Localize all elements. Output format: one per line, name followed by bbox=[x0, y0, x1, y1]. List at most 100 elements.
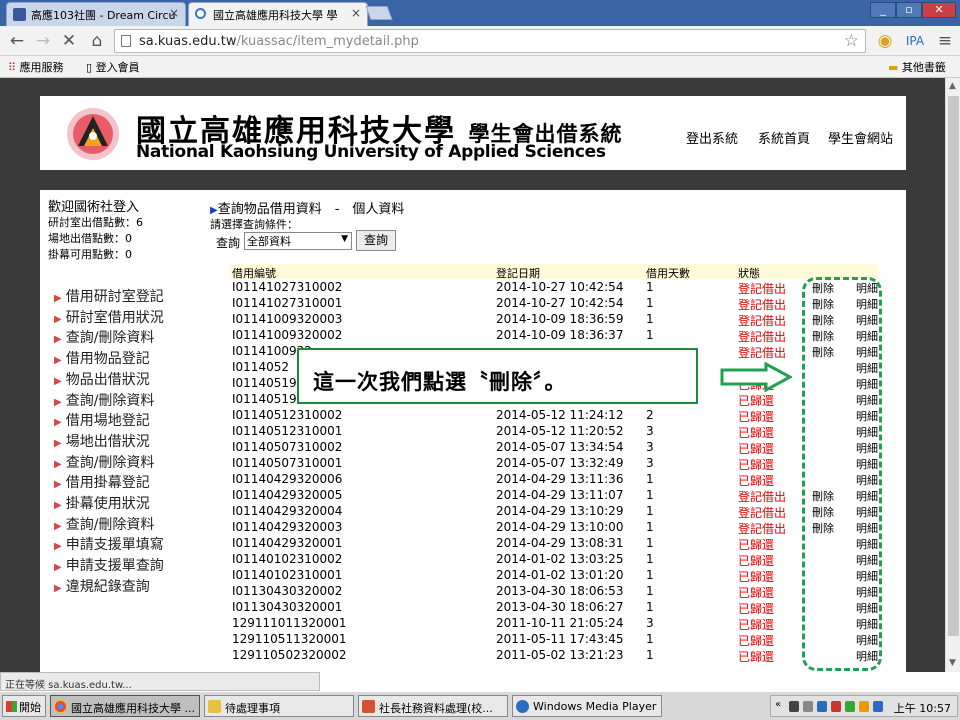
detail-link[interactable]: 明細 bbox=[856, 312, 878, 328]
detail-link[interactable]: 明細 bbox=[856, 536, 878, 552]
sidebar-menu-item[interactable]: ▶ 查詢/刪除資料 bbox=[54, 452, 154, 472]
extension-icon[interactable]: ◉ bbox=[874, 30, 896, 52]
sidebar-menu-item[interactable]: ▶ 借用研討室登記 bbox=[54, 286, 164, 306]
detail-link[interactable]: 明細 bbox=[856, 520, 878, 536]
detail-link[interactable]: 明細 bbox=[856, 616, 878, 632]
sidebar-menu-item[interactable]: ▶ 查詢/刪除資料 bbox=[54, 327, 154, 347]
sidebar-menu-item[interactable]: ▶ 借用掛幕登記 bbox=[54, 472, 150, 492]
bookmark-login[interactable]: ▯ 登入會員 bbox=[86, 59, 140, 75]
close-icon[interactable]: × bbox=[169, 6, 179, 20]
menu-label: 違規紀錄查詢 bbox=[65, 578, 150, 595]
cell-days: 1 bbox=[646, 296, 654, 310]
delete-link[interactable]: 刪除 bbox=[812, 328, 834, 344]
back-icon[interactable]: ← bbox=[6, 30, 28, 52]
nav-logout[interactable]: 登出系統 bbox=[686, 128, 738, 147]
start-label: 開始 bbox=[19, 701, 41, 714]
delete-link[interactable]: 刪除 bbox=[812, 312, 834, 328]
scroll-thumb[interactable] bbox=[948, 96, 959, 636]
query-button[interactable]: 查詢 bbox=[356, 230, 396, 251]
nav-sa-website[interactable]: 學生會網站 bbox=[828, 128, 893, 147]
detail-link[interactable]: 明細 bbox=[856, 504, 878, 520]
detail-link[interactable]: 明細 bbox=[856, 552, 878, 568]
detail-link[interactable]: 明細 bbox=[856, 568, 878, 584]
bookmark-star-icon[interactable]: ☆ bbox=[844, 31, 859, 51]
delete-link[interactable]: 刪除 bbox=[812, 280, 834, 296]
sidebar-menu-item[interactable]: ▶ 研討室借用狀況 bbox=[54, 307, 164, 327]
sidebar-menu-item[interactable]: ▶ 申請支援單填寫 bbox=[54, 534, 164, 554]
bookmark-other[interactable]: ▬ 其他書籤 bbox=[888, 59, 946, 75]
task-powerpoint[interactable]: 社長社務資料處理(校... bbox=[358, 695, 508, 717]
antivirus-icon[interactable] bbox=[831, 701, 841, 712]
window-close-button[interactable]: ✕ bbox=[922, 2, 956, 18]
address-bar[interactable]: sa.kuas.edu.tw/kuassac/item_mydetail.php… bbox=[114, 29, 866, 53]
sidebar-menu-item[interactable]: ▶ 申請支援單查詢 bbox=[54, 555, 164, 575]
task-media-player[interactable]: Windows Media Player bbox=[512, 695, 662, 717]
tray-icon[interactable] bbox=[845, 701, 855, 712]
tab-kuas[interactable]: 國立高雄應用科技大學 學 × bbox=[188, 2, 368, 26]
cell-id: I01140512310001 bbox=[232, 424, 343, 438]
sidebar-menu-item[interactable]: ▶ 借用場地登記 bbox=[54, 410, 150, 430]
detail-link[interactable]: 明細 bbox=[856, 392, 878, 408]
detail-link[interactable]: 明細 bbox=[856, 280, 878, 296]
detail-link[interactable]: 明細 bbox=[856, 408, 878, 424]
detail-link[interactable]: 明細 bbox=[856, 472, 878, 488]
site-header: 國立高雄應用科技大學 學生會出借系統 National Kaohsiung Un… bbox=[40, 96, 906, 170]
detail-link[interactable]: 明細 bbox=[856, 456, 878, 472]
kuas-logo bbox=[67, 108, 119, 160]
sidebar-menu-item[interactable]: ▶ 違規紀錄查詢 bbox=[54, 576, 150, 596]
delete-link[interactable]: 刪除 bbox=[812, 520, 834, 536]
detail-link[interactable]: 明細 bbox=[856, 296, 878, 312]
sidebar-menu-item[interactable]: ▶ 物品出借狀況 bbox=[54, 369, 150, 389]
bullet-icon: ▶ bbox=[54, 520, 62, 532]
close-icon[interactable]: × bbox=[351, 6, 361, 20]
start-button[interactable]: 開始 bbox=[2, 695, 46, 717]
task-label: 待處理事項 bbox=[225, 702, 280, 715]
detail-link[interactable]: 明細 bbox=[856, 376, 878, 392]
tray-icon[interactable] bbox=[859, 701, 869, 712]
detail-link[interactable]: 明細 bbox=[856, 584, 878, 600]
new-tab-button[interactable] bbox=[365, 6, 393, 20]
breadcrumb: ▶查詢物品借用資料 - 個人資料 bbox=[210, 198, 404, 217]
detail-link[interactable]: 明細 bbox=[856, 424, 878, 440]
home-icon[interactable]: ⌂ bbox=[86, 30, 108, 52]
query-select[interactable]: 全部資料 ▼ bbox=[244, 232, 352, 250]
tab-dream-circus[interactable]: 高應103社團 - Dream Circu × bbox=[6, 2, 186, 26]
detail-link[interactable]: 明細 bbox=[856, 488, 878, 504]
detail-link[interactable]: 明細 bbox=[856, 648, 878, 664]
delete-link[interactable]: 刪除 bbox=[812, 344, 834, 360]
detail-link[interactable]: 明細 bbox=[856, 440, 878, 456]
minimize-button[interactable]: _ bbox=[870, 2, 896, 18]
scroll-down-icon[interactable]: ▼ bbox=[949, 658, 956, 668]
forward-icon[interactable]: → bbox=[32, 30, 54, 52]
task-folder[interactable]: 待處理事項 bbox=[204, 695, 354, 717]
sidebar-menu-item[interactable]: ▶ 查詢/刪除資料 bbox=[54, 514, 154, 534]
detail-link[interactable]: 明細 bbox=[856, 632, 878, 648]
scroll-up-icon[interactable]: ▲ bbox=[949, 81, 956, 91]
tray-expand-icon[interactable]: « bbox=[775, 699, 785, 710]
tray-icon[interactable] bbox=[789, 701, 799, 712]
stop-icon[interactable]: ✕ bbox=[58, 30, 80, 52]
nav-home[interactable]: 系統首頁 bbox=[758, 128, 810, 147]
bookmark-apps[interactable]: ⠿ 應用服務 bbox=[8, 59, 64, 75]
sidebar-menu-item[interactable]: ▶ 查詢/刪除資料 bbox=[54, 390, 154, 410]
detail-link[interactable]: 明細 bbox=[856, 600, 878, 616]
delete-link[interactable]: 刪除 bbox=[812, 296, 834, 312]
task-chrome[interactable]: 國立高雄應用科技大學 ... bbox=[50, 695, 200, 717]
volume-icon[interactable] bbox=[803, 701, 813, 712]
tray-icon[interactable] bbox=[873, 701, 883, 712]
delete-link[interactable]: 刪除 bbox=[812, 504, 834, 520]
sidebar-menu-item[interactable]: ▶ 借用物品登記 bbox=[54, 348, 150, 368]
page-scrollbar[interactable]: ▲ ▼ bbox=[945, 78, 960, 672]
page-icon: ▯ bbox=[86, 61, 93, 74]
menu-icon[interactable]: ≡ bbox=[934, 30, 956, 52]
sidebar-menu-item[interactable]: ▶ 場地出借狀況 bbox=[54, 431, 150, 451]
detail-link[interactable]: 明細 bbox=[856, 328, 878, 344]
detail-link[interactable]: 明細 bbox=[856, 344, 878, 360]
sidebar-menu-item[interactable]: ▶ 掛幕使用狀況 bbox=[54, 493, 150, 513]
ipa-extension-icon[interactable]: IPA bbox=[904, 30, 926, 52]
delete-link[interactable]: 刪除 bbox=[812, 488, 834, 504]
menu-label: 查詢/刪除資料 bbox=[65, 516, 155, 533]
network-icon[interactable] bbox=[817, 701, 827, 712]
maximize-button[interactable]: ▫ bbox=[896, 2, 922, 18]
detail-link[interactable]: 明細 bbox=[856, 360, 878, 376]
